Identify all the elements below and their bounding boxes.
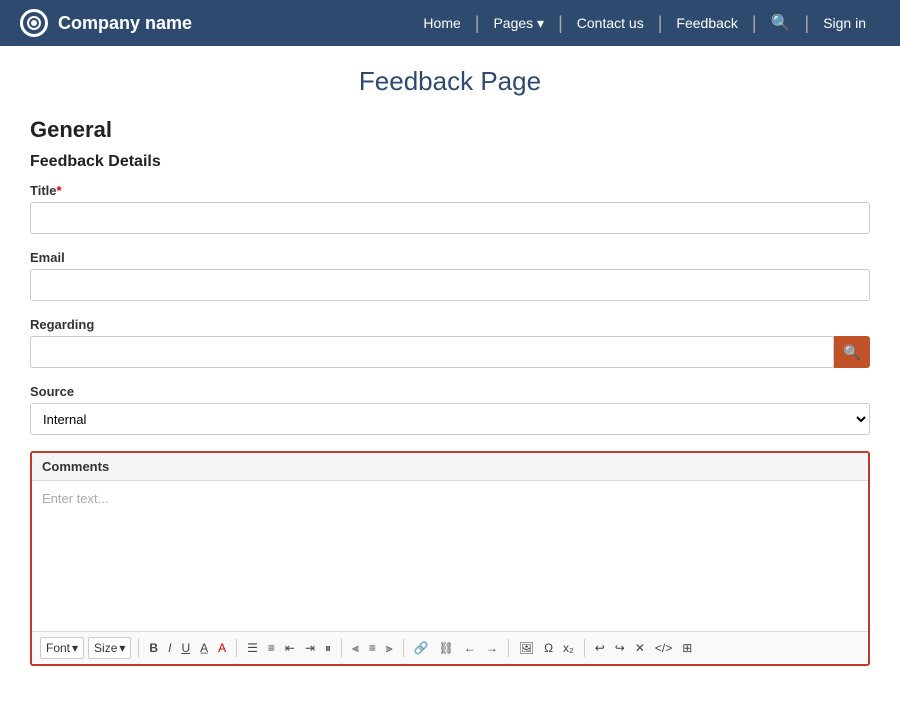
align-right-icon: ⫸: [386, 641, 393, 656]
unlink-button[interactable]: ⛓: [436, 639, 457, 657]
title-required: *: [57, 183, 62, 198]
comments-box: Comments Enter text... Font ▾ Size ▾ B I…: [30, 451, 870, 666]
brand-name: Company name: [58, 13, 192, 34]
toolbar-sep-2: [236, 639, 237, 657]
nav-links: Home | Pages ▾ | Contact us | Feedback |…: [409, 13, 880, 33]
nav-signin-link[interactable]: Sign in: [809, 15, 880, 31]
bold-icon: B: [149, 641, 158, 655]
main-content: General Feedback Details Title* Email Re…: [10, 107, 890, 706]
source-button[interactable]: </>: [652, 639, 675, 657]
increase-indent-button[interactable]: ⇥: [302, 639, 318, 657]
source-group: Source Internal: [30, 384, 870, 435]
nav-contact-link[interactable]: Contact us: [563, 15, 658, 31]
bold-button[interactable]: B: [146, 639, 161, 657]
image-icon: 🖼: [519, 641, 534, 655]
link-button[interactable]: 🔗: [411, 639, 432, 657]
redo-icon: ↪: [615, 641, 625, 655]
subscript-icon: x₂: [563, 641, 574, 655]
search-icon[interactable]: 🔍: [757, 13, 805, 33]
clear-format-icon: ✕: [635, 641, 645, 655]
font-color-icon: A: [218, 641, 226, 655]
table-icon: ⊞: [682, 641, 692, 655]
columns-icon: ⏸: [325, 641, 331, 656]
align-center-button[interactable]: ≡: [366, 639, 379, 657]
title-input[interactable]: [30, 202, 870, 234]
toolbar-sep-1: [138, 639, 139, 657]
italic-icon: I: [168, 641, 171, 655]
subsection-heading: Feedback Details: [30, 153, 870, 171]
align-right-button[interactable]: ⫸: [383, 639, 396, 658]
nav-feedback-link[interactable]: Feedback: [662, 15, 751, 31]
toolbar-sep-3: [341, 639, 342, 657]
regarding-input[interactable]: [30, 336, 834, 368]
comments-editor[interactable]: Enter text...: [32, 481, 868, 631]
arrow-right-button[interactable]: →: [483, 639, 501, 657]
comments-toolbar: Font ▾ Size ▾ B I U A̲ A ☰ ≡ ⇤ ⇥ ⏸ ⫷ ≡ ⫸: [32, 631, 868, 664]
ordered-list-icon: ≡: [268, 641, 275, 655]
align-left-button[interactable]: ⫷: [349, 639, 362, 658]
page-title: Feedback Page: [0, 66, 900, 97]
nav-pages-link[interactable]: Pages ▾: [479, 15, 558, 32]
font-dropdown[interactable]: Font ▾: [40, 637, 84, 659]
align-center-icon: ≡: [369, 641, 376, 655]
toolbar-sep-5: [508, 639, 509, 657]
arrow-left-button[interactable]: ←: [461, 639, 479, 657]
toolbar-sep-6: [584, 639, 585, 657]
undo-button[interactable]: ↩: [592, 639, 608, 657]
size-dropdown[interactable]: Size ▾: [88, 637, 131, 659]
navbar: Company name Home | Pages ▾ | Contact us…: [0, 0, 900, 46]
ordered-list-button[interactable]: ≡: [265, 639, 278, 657]
align-left-icon: ⫷: [352, 641, 359, 656]
unordered-list-button[interactable]: ☰: [244, 639, 261, 657]
size-chevron-icon: ▾: [119, 641, 125, 655]
source-select[interactable]: Internal: [30, 403, 870, 435]
image-button[interactable]: 🖼: [516, 639, 537, 657]
regarding-group: Regarding 🔍: [30, 317, 870, 368]
section-heading: General: [30, 117, 870, 143]
source-label: Source: [30, 384, 870, 399]
underline-button[interactable]: U: [178, 639, 193, 657]
unordered-list-icon: ☰: [247, 641, 258, 655]
redo-button[interactable]: ↪: [612, 639, 628, 657]
unlink-icon: ⛓: [439, 641, 454, 655]
search-icon: 🔍: [843, 344, 860, 361]
font-label: Font: [46, 641, 70, 655]
source-icon: </>: [655, 641, 672, 655]
table-button[interactable]: ⊞: [679, 639, 695, 657]
brand-icon: [20, 9, 48, 37]
clear-format-button[interactable]: ✕: [632, 639, 648, 657]
undo-icon: ↩: [595, 641, 605, 655]
decrease-indent-button[interactable]: ⇤: [282, 639, 298, 657]
arrow-right-icon: →: [486, 641, 498, 655]
nav-home-link[interactable]: Home: [409, 15, 474, 31]
email-input[interactable]: [30, 269, 870, 301]
underline-icon: U: [181, 641, 190, 655]
title-label: Title*: [30, 183, 870, 198]
brand: Company name: [20, 9, 409, 37]
comments-placeholder: Enter text...: [42, 491, 108, 506]
arrow-left-icon: ←: [464, 641, 476, 655]
font-chevron-icon: ▾: [72, 641, 78, 655]
toolbar-sep-4: [403, 639, 404, 657]
email-label: Email: [30, 250, 870, 265]
regarding-wrap: 🔍: [30, 336, 870, 368]
link-icon: 🔗: [414, 641, 429, 655]
regarding-label: Regarding: [30, 317, 870, 332]
highlight-icon: A̲: [200, 641, 208, 655]
font-color-button[interactable]: A: [215, 639, 229, 657]
regarding-search-button[interactable]: 🔍: [834, 336, 870, 368]
size-label: Size: [94, 641, 117, 655]
email-group: Email: [30, 250, 870, 301]
special-char-icon: Ω: [544, 641, 553, 655]
page-title-section: Feedback Page: [0, 46, 900, 107]
title-group: Title*: [30, 183, 870, 234]
highlight-button[interactable]: A̲: [197, 639, 211, 657]
italic-button[interactable]: I: [165, 639, 174, 657]
increase-indent-icon: ⇥: [305, 641, 315, 655]
special-char-button[interactable]: Ω: [541, 639, 556, 657]
columns-button[interactable]: ⏸: [322, 639, 334, 658]
comments-label: Comments: [32, 453, 868, 481]
subscript-button[interactable]: x₂: [560, 639, 577, 657]
decrease-indent-icon: ⇤: [285, 641, 295, 655]
